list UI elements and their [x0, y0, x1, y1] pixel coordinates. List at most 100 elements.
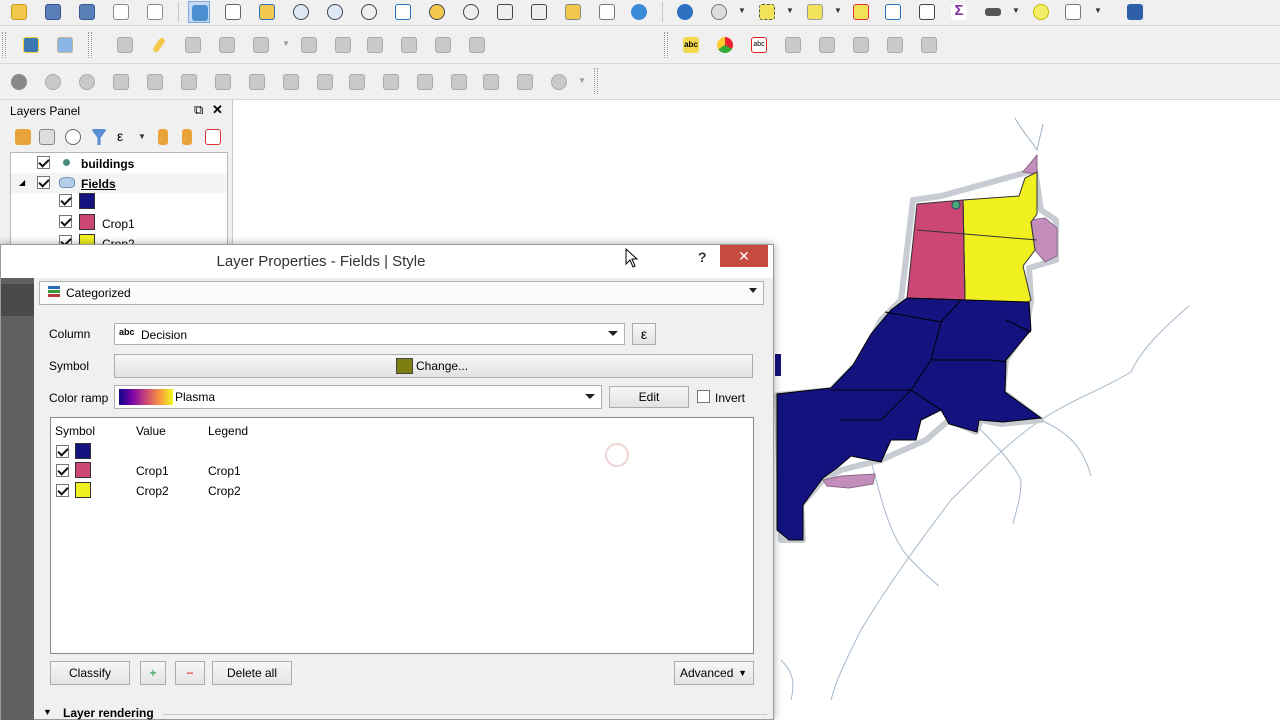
chevron-down-icon[interactable]: ▼: [282, 39, 290, 48]
field-crop1[interactable]: [906, 199, 966, 301]
help-button[interactable]: ?: [698, 249, 707, 265]
move-feature-icon[interactable]: [298, 34, 320, 56]
enable-snapping-icon[interactable]: [8, 71, 30, 93]
column-header-symbol[interactable]: Symbol: [55, 424, 95, 438]
manage-visibility-eye-icon[interactable]: [62, 126, 84, 148]
class-visibility-checkbox[interactable]: [59, 215, 72, 228]
table-row[interactable]: [51, 442, 751, 460]
pan-hand-icon[interactable]: [222, 1, 244, 23]
map-tips-icon[interactable]: [1030, 1, 1052, 23]
simplify-feature-icon[interactable]: [144, 71, 166, 93]
measure-line-icon[interactable]: [982, 1, 1004, 23]
row-checkbox[interactable]: [56, 484, 69, 497]
copy-features-icon[interactable]: [432, 34, 454, 56]
chevron-down-icon[interactable]: ▼: [578, 76, 586, 85]
row-symbol-swatch[interactable]: [75, 462, 91, 478]
chevron-down-icon[interactable]: ▼: [138, 132, 146, 141]
dialog-titlebar[interactable]: Layer Properties - Fields | Style ? ✕: [1, 245, 773, 278]
expression-button[interactable]: ε: [632, 323, 656, 345]
field-calculator-icon[interactable]: [916, 1, 938, 23]
row-symbol-swatch[interactable]: [75, 482, 91, 498]
zoom-next-icon[interactable]: [528, 1, 550, 23]
categories-table[interactable]: Symbol Value Legend Crop1 Crop1 Crop2 Cr…: [50, 417, 754, 654]
python-console-icon[interactable]: [20, 34, 42, 56]
help-icon[interactable]: [1124, 1, 1146, 23]
add-category-button[interactable]: +: [140, 661, 166, 685]
merge-features-icon[interactable]: [480, 71, 502, 93]
select-features-icon[interactable]: [756, 1, 778, 23]
save-as-icon[interactable]: [76, 1, 98, 23]
filter-expression-icon[interactable]: ε: [114, 126, 136, 148]
layout-manager-icon[interactable]: [144, 1, 166, 23]
pin-labels-icon[interactable]: abc: [748, 34, 770, 56]
label-abc-icon[interactable]: abc: [680, 34, 702, 56]
field-decision[interactable]: [776, 297, 1043, 541]
fill-ring-icon[interactable]: [246, 71, 268, 93]
building-point[interactable]: [951, 200, 961, 210]
color-ramp-select[interactable]: Plasma: [114, 385, 602, 409]
table-row[interactable]: Crop2 Crop2: [51, 480, 751, 500]
delete-ring-icon[interactable]: [280, 71, 302, 93]
layer-diagram-icon[interactable]: [714, 34, 736, 56]
renderer-select[interactable]: Categorized: [39, 281, 764, 305]
current-edits-icon[interactable]: [114, 34, 136, 56]
zoom-native-icon[interactable]: [358, 1, 380, 23]
collapse-arrow-icon[interactable]: ◢: [19, 178, 25, 187]
add-group-icon[interactable]: [36, 126, 58, 148]
zoom-to-layer-icon[interactable]: [460, 1, 482, 23]
legend-class-row[interactable]: [11, 193, 227, 213]
rotate-label-icon[interactable]: [850, 34, 872, 56]
save-project-icon[interactable]: [42, 1, 64, 23]
rotate-point-symbols-icon[interactable]: [548, 71, 570, 93]
sidebar-item-style[interactable]: [1, 284, 34, 316]
attribute-table-icon[interactable]: [882, 1, 904, 23]
add-ring-icon[interactable]: [250, 34, 272, 56]
add-feature-icon[interactable]: [216, 34, 238, 56]
split-parts-icon[interactable]: [448, 71, 470, 93]
zoom-in-icon[interactable]: [290, 1, 312, 23]
close-panel-icon[interactable]: ✕: [212, 102, 223, 118]
column-header-legend[interactable]: Legend: [208, 424, 248, 438]
field-decision[interactable]: [775, 354, 781, 376]
paste-features-icon[interactable]: [466, 34, 488, 56]
text-annotation-icon[interactable]: [1062, 1, 1084, 23]
zoom-out-icon[interactable]: [324, 1, 346, 23]
delete-part-icon[interactable]: [314, 71, 336, 93]
split-features-icon[interactable]: [414, 71, 436, 93]
redo-icon[interactable]: [76, 71, 98, 93]
layer-row-buildings[interactable]: buildings: [11, 153, 227, 173]
open-project-icon[interactable]: [8, 1, 30, 23]
layer-row-fields[interactable]: ◢ Fields: [11, 173, 227, 193]
reshape-features-icon[interactable]: [346, 71, 368, 93]
identify-features-icon[interactable]: [674, 1, 696, 23]
zoom-to-selection-icon[interactable]: [426, 1, 448, 23]
delete-selected-icon[interactable]: [364, 34, 386, 56]
column-select[interactable]: abc Decision: [114, 323, 625, 345]
remove-layer-icon[interactable]: [202, 126, 224, 148]
save-edits-icon[interactable]: [182, 34, 204, 56]
advanced-button[interactable]: Advanced ▼: [674, 661, 754, 685]
move-label-icon[interactable]: [816, 34, 838, 56]
statistics-sigma-icon[interactable]: Σ: [948, 1, 970, 23]
collapse-all-icon[interactable]: [176, 126, 198, 148]
remove-category-button[interactable]: −: [175, 661, 205, 685]
field-purple[interactable]: [1022, 153, 1038, 175]
layer-rendering-section[interactable]: ▼ Layer rendering: [37, 706, 767, 720]
invert-checkbox[interactable]: [697, 390, 710, 403]
chevron-down-icon[interactable]: ▼: [834, 6, 842, 15]
style-brush-icon[interactable]: [12, 126, 34, 148]
layer-visibility-checkbox[interactable]: [37, 176, 50, 189]
unpin-labels-icon[interactable]: [918, 34, 940, 56]
float-panel-icon[interactable]: ⧉: [194, 102, 203, 118]
add-ring-icon[interactable]: [178, 71, 200, 93]
close-button[interactable]: ✕: [720, 245, 768, 267]
chevron-down-icon[interactable]: ▼: [738, 6, 746, 15]
change-symbol-button[interactable]: Change...: [114, 354, 753, 378]
field-crop2[interactable]: [962, 171, 1038, 305]
rotate-feature-icon[interactable]: [110, 71, 132, 93]
layer-visibility-checkbox[interactable]: [37, 156, 50, 169]
class-visibility-checkbox[interactable]: [59, 194, 72, 207]
plugin-grid-icon[interactable]: [54, 34, 76, 56]
offset-curve-icon[interactable]: [380, 71, 402, 93]
refresh-icon[interactable]: [628, 1, 650, 23]
